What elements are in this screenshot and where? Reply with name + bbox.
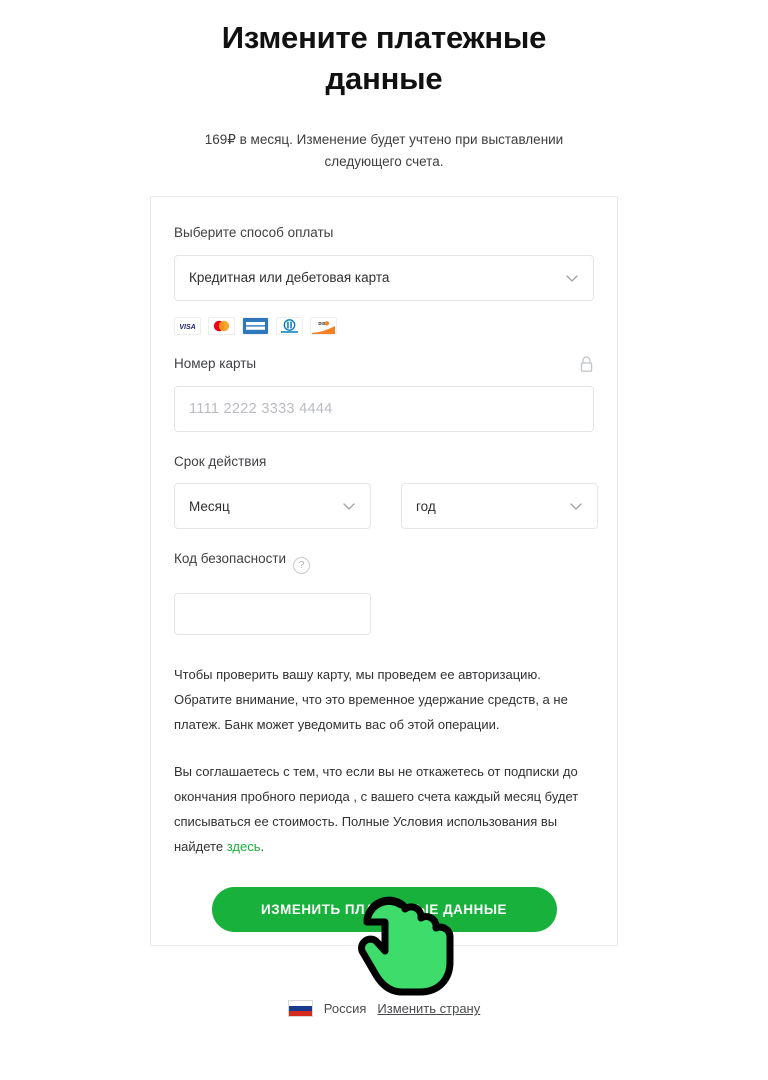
svg-text:VISA: VISA — [179, 324, 195, 331]
submit-row: ИЗМЕНИТЬ ПЛАТЕЖНЫЕ ДАННЫЕ — [174, 887, 594, 933]
payment-update-page: Измените платежные данные 169₽ в месяц. … — [0, 0, 768, 1080]
chevron-down-icon — [565, 271, 579, 285]
terms-link[interactable]: здесь — [227, 839, 261, 854]
submit-payment-button[interactable]: ИЗМЕНИТЬ ПЛАТЕЖНЫЕ ДАННЫЕ — [211, 887, 557, 933]
expiry-label: Срок действия — [174, 453, 267, 469]
expiry-month-value: Месяц — [189, 498, 230, 514]
security-code-header: Код безопасности ? — [174, 550, 594, 581]
card-number-input[interactable]: 1111 2222 3333 4444 — [174, 385, 594, 432]
page-subtitle: 169₽ в месяц. Изменение будет учтено при… — [204, 131, 564, 169]
country-name: Россия — [323, 1001, 367, 1016]
expiry-row: Месяц год — [174, 483, 598, 530]
page-title: Измените платежные данные — [221, 20, 547, 96]
help-icon[interactable]: ? — [293, 556, 311, 574]
card-number-placeholder: 1111 2222 3333 4444 — [189, 400, 333, 417]
mastercard-icon — [208, 316, 235, 335]
expiry-year-value: год — [416, 498, 436, 514]
expiry-month-select[interactable]: Месяц — [174, 483, 371, 530]
visa-icon: VISA — [174, 316, 201, 335]
authorization-notice: Чтобы проверить вашу карту, мы проведем … — [174, 666, 568, 732]
security-code-input[interactable] — [174, 592, 371, 635]
chevron-down-icon — [569, 499, 583, 513]
payment-form-card: Выберите способ оплаты Кредитная или деб… — [150, 196, 618, 946]
amex-icon — [242, 316, 269, 335]
discover-icon: DISC — [310, 316, 337, 335]
card-number-header: Номер карты — [174, 355, 594, 373]
payment-method-value: Кредитная или дебетовая карта — [189, 270, 390, 286]
accepted-card-brands: VISA DISC — [174, 316, 594, 335]
security-code-label: Код безопасности — [174, 551, 287, 567]
card-number-label: Номер карты — [174, 355, 257, 371]
payment-method-select[interactable]: Кредитная или дебетовая карта — [174, 254, 594, 301]
subscription-terms: Вы соглашаетесь с тем, что если вы не от… — [174, 759, 594, 859]
terms-text-after: . — [260, 839, 265, 855]
page-header: Измените платежные данные 169₽ в месяц. … — [0, 0, 768, 173]
lock-icon — [579, 355, 594, 373]
chevron-down-icon — [342, 499, 356, 513]
expiry-year-select[interactable]: год — [401, 483, 598, 530]
footer-country-row: Россия Изменить страну — [0, 1000, 768, 1017]
payment-method-label: Выберите способ оплаты — [174, 225, 334, 240]
diners-club-icon — [276, 316, 303, 335]
russia-flag-icon — [287, 1000, 313, 1017]
change-country-link[interactable]: Изменить страну — [377, 1001, 480, 1016]
